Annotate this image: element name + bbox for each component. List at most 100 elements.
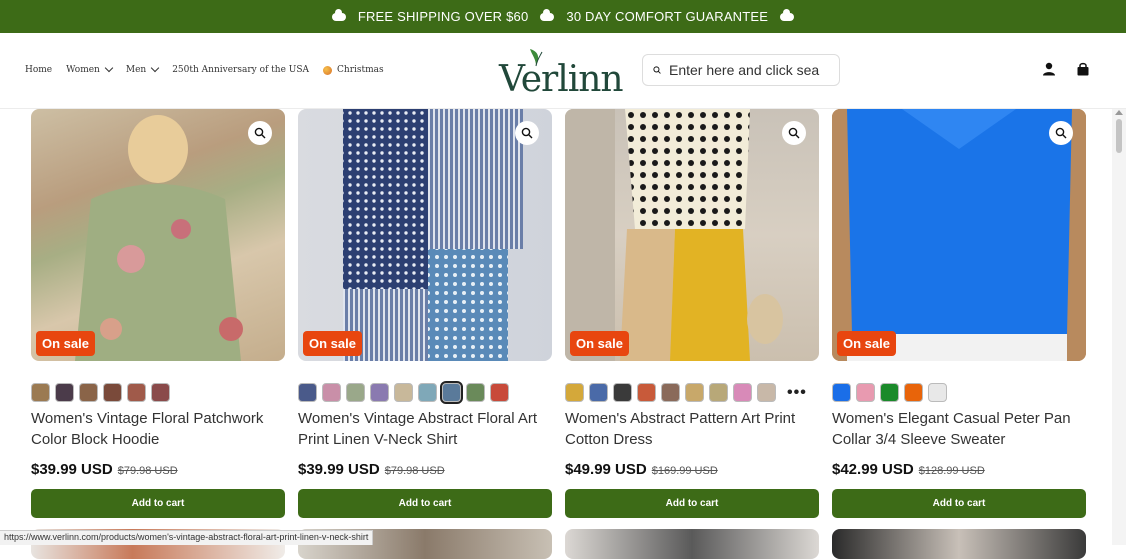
color-swatch[interactable] [832,383,851,402]
product-photo [565,109,819,361]
product-image[interactable]: On sale [565,109,819,361]
product-image[interactable]: On sale [298,109,552,361]
color-swatch[interactable] [928,383,947,402]
color-swatch[interactable] [55,383,74,402]
product-title[interactable]: Women's Vintage Floral Patchwork Color B… [31,408,285,452]
quick-view-icon[interactable] [248,121,272,145]
product-title[interactable]: Women's Vintage Abstract Floral Art Prin… [298,408,552,452]
color-swatch[interactable] [904,383,923,402]
product-card: On sale Women's Vintage Abstract Floral … [298,109,552,518]
price-row: $49.99 USD $169.99 USD [565,461,819,478]
sale-badge: On sale [36,331,95,356]
color-swatch[interactable] [661,383,680,402]
cloud-icon [540,13,554,21]
color-swatch[interactable] [565,383,584,402]
add-to-cart-button[interactable]: Add to cart [31,489,285,518]
product-card: On sale ••• Women's Abstract Pattern Art… [565,109,819,518]
product-image[interactable]: On sale [832,109,1086,361]
color-swatch[interactable] [637,383,656,402]
nav-anniversary-label: 250th Anniversary of the USA [172,65,309,75]
nav-women-label: Women [66,65,100,75]
product-photo [832,109,1086,361]
quick-view-icon[interactable] [782,121,806,145]
color-swatch[interactable] [127,383,146,402]
color-swatch[interactable] [103,383,122,402]
compare-price: $128.99 USD [919,465,985,477]
announcement-bar: FREE SHIPPING OVER $60 30 DAY COMFORT GU… [0,0,1126,33]
product-photo [31,109,285,361]
search-box[interactable] [642,54,840,86]
color-swatch[interactable] [418,383,437,402]
search-icon[interactable] [653,63,661,77]
nav-home[interactable]: Home [25,65,52,75]
nav-anniversary[interactable]: 250th Anniversary of the USA [172,65,309,75]
add-to-cart-button[interactable]: Add to cart [298,489,552,518]
color-swatch[interactable] [442,383,461,402]
color-swatch[interactable] [151,383,170,402]
color-swatch[interactable] [394,383,413,402]
chevron-down-icon [105,64,113,72]
cloud-icon [780,13,794,21]
color-swatch[interactable] [589,383,608,402]
color-swatch[interactable] [856,383,875,402]
account-icon[interactable] [1042,62,1056,76]
product-image[interactable]: On sale [31,109,285,361]
sale-price: $39.99 USD [31,461,113,478]
product-image[interactable] [565,529,819,559]
add-to-cart-button[interactable]: Add to cart [832,489,1086,518]
quick-view-icon[interactable] [515,121,539,145]
compare-price: $79.98 USD [385,465,445,477]
search-input[interactable] [669,62,839,78]
price-row: $42.99 USD $128.99 USD [832,461,1086,478]
color-swatch[interactable] [613,383,632,402]
product-title[interactable]: Women's Elegant Casual Peter Pan Collar … [832,408,1086,452]
product-photo [298,109,552,361]
color-swatch[interactable] [757,383,776,402]
scrollbar-thumb[interactable] [1116,119,1122,153]
nav-men[interactable]: Men [126,65,158,75]
site-header: Home Women Men 250th Anniversary of the … [0,33,1126,109]
add-to-cart-button[interactable]: Add to cart [565,489,819,518]
main-nav: Home Women Men 250th Anniversary of the … [25,65,384,75]
color-swatch[interactable] [79,383,98,402]
color-swatch[interactable] [733,383,752,402]
color-swatch[interactable] [709,383,728,402]
ornament-icon [323,66,332,75]
product-card: On sale Women's Vintage Floral Patchwork… [31,109,285,518]
color-swatch[interactable] [298,383,317,402]
price-row: $39.99 USD $79.98 USD [31,461,285,478]
color-swatch[interactable] [685,383,704,402]
more-swatches-icon[interactable]: ••• [787,388,807,398]
cloud-icon [332,13,346,21]
color-swatch[interactable] [322,383,341,402]
color-swatch[interactable] [466,383,485,402]
nav-women[interactable]: Women [66,65,112,75]
color-swatch[interactable] [490,383,509,402]
sale-price: $39.99 USD [298,461,380,478]
chevron-down-icon [151,64,159,72]
color-swatch[interactable] [346,383,365,402]
nav-home-label: Home [25,65,52,75]
product-image[interactable] [832,529,1086,559]
announcement-shipping: FREE SHIPPING OVER $60 [358,9,529,24]
product-title[interactable]: Women's Abstract Pattern Art Print Cotto… [565,408,819,452]
sale-badge: On sale [303,331,362,356]
quick-view-icon[interactable] [1049,121,1073,145]
color-swatch[interactable] [880,383,899,402]
color-swatches [31,383,285,402]
color-swatches: ••• [565,383,819,402]
product-card: On sale Women's Elegant Casual Peter Pan… [832,109,1086,518]
site-logo[interactable]: Verlinn [499,47,619,99]
sale-price: $49.99 USD [565,461,647,478]
nav-christmas-label: Christmas [337,65,384,75]
color-swatch[interactable] [31,383,50,402]
sale-price: $42.99 USD [832,461,914,478]
scroll-up-arrow[interactable] [1115,110,1123,115]
header-icons [1042,62,1090,76]
color-swatch[interactable] [370,383,389,402]
cart-icon[interactable] [1076,62,1090,76]
color-swatches [832,383,1086,402]
nav-men-label: Men [126,65,146,75]
nav-christmas[interactable]: Christmas [323,65,384,75]
page-scrollbar[interactable] [1112,109,1126,545]
